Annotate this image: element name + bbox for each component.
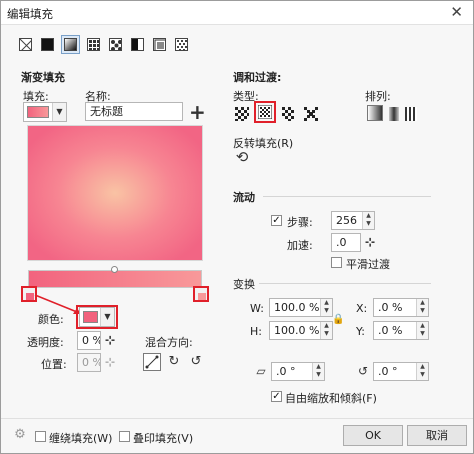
rectangular-gradient-type-icon[interactable]	[304, 107, 318, 121]
node-color-dropdown[interactable]: ▼	[79, 307, 115, 327]
conical-gradient-type-icon[interactable]	[282, 107, 296, 121]
skew-value: .0 °	[276, 365, 296, 378]
x-label: X:	[356, 302, 368, 315]
x-input[interactable]: .0 % ▲ ▼	[373, 298, 429, 317]
end-node-swatch	[198, 293, 206, 300]
linear-gradient-type-icon[interactable]	[235, 107, 249, 121]
wrap-fill-checkbox[interactable]	[35, 431, 46, 442]
transform-title: 变换	[233, 278, 255, 291]
skew-input[interactable]: .0 ° ▲ ▼	[271, 362, 325, 381]
reverse-fill-icon[interactable]: ⟲	[233, 149, 251, 165]
vector-pattern-button[interactable]	[87, 38, 100, 51]
clockwise-blend-icon[interactable]: ↻	[165, 354, 183, 370]
accel-label: 加速:	[287, 239, 313, 252]
title-bar: 编辑填充 ✕	[1, 1, 473, 25]
color-label: 颜色:	[38, 313, 64, 326]
overprint-fill-checkbox[interactable]	[119, 431, 130, 442]
fountain-fill-title: 渐变填充	[21, 71, 65, 84]
position-label: 位置:	[41, 358, 67, 371]
overprint-fill-label: 叠印填充(V)	[133, 432, 194, 445]
free-scale-label: 自由缩放和倾斜(F)	[285, 392, 377, 405]
steps-input[interactable]: 256 ▲ ▼	[331, 211, 375, 230]
accel-input[interactable]: .0	[331, 233, 361, 252]
add-fill-icon[interactable]: +	[189, 102, 206, 122]
height-spinner[interactable]: ▲ ▼	[320, 322, 332, 339]
rotate-icon: ↺	[357, 364, 369, 378]
end-color-node[interactable]	[193, 286, 209, 302]
fountain-fill-button[interactable]	[61, 35, 80, 54]
lock-ratio-icon[interactable]: 🔒	[332, 314, 344, 326]
two-color-pattern-button[interactable]	[131, 38, 144, 51]
line-blend-button[interactable]	[143, 353, 161, 371]
dialog-title: 编辑填充	[7, 7, 53, 21]
transparency-label: 透明度:	[27, 336, 64, 349]
flow-divider	[263, 196, 431, 197]
steps-checkbox[interactable]: ✓	[271, 215, 282, 226]
rotate-value: .0 °	[378, 365, 398, 378]
blend-title: 调和过渡:	[233, 71, 282, 84]
width-spinner[interactable]: ▲ ▼	[320, 299, 332, 316]
steps-label: 步骤:	[287, 216, 313, 229]
x-spinner[interactable]: ▲ ▼	[416, 299, 428, 316]
node-color-swatch	[83, 311, 98, 323]
no-fill-button[interactable]	[19, 38, 32, 51]
fill-swatch-dropdown[interactable]: ▼	[23, 102, 67, 122]
width-value: 100.0 %	[274, 301, 320, 314]
close-icon[interactable]: ✕	[450, 3, 463, 21]
edit-fill-dialog: 编辑填充 ✕ 渐变填充 填充: 名称: ▼ 无标题 + 颜色: ▼ 透明度: 0…	[0, 0, 474, 454]
elliptical-gradient-type-icon[interactable]	[258, 105, 272, 119]
footer-divider	[1, 418, 473, 419]
y-value: .0 %	[378, 324, 403, 337]
y-spinner[interactable]: ▲ ▼	[416, 322, 428, 339]
midpoint-handle[interactable]	[111, 266, 118, 273]
position-slider-icon[interactable]: ⊹	[103, 353, 117, 372]
cancel-button[interactable]: 取消	[407, 425, 467, 446]
x-value: .0 %	[378, 301, 403, 314]
h-label: H:	[250, 325, 262, 338]
fill-swatch	[27, 106, 49, 118]
gear-icon[interactable]: ⚙	[13, 427, 27, 443]
width-input[interactable]: 100.0 % ▲ ▼	[269, 298, 333, 317]
blend-direction-label: 混合方向:	[145, 336, 193, 349]
transform-divider	[259, 283, 431, 284]
rotate-spinner[interactable]: ▲ ▼	[416, 363, 428, 380]
smooth-transition-label: 平滑过渡	[346, 258, 390, 271]
transparency-input[interactable]: 0 %	[77, 331, 101, 350]
steps-value: 256	[336, 214, 357, 227]
uniform-fill-button[interactable]	[41, 38, 54, 51]
skew-spinner[interactable]: ▲ ▼	[312, 363, 324, 380]
mirror-arrange-icon[interactable]	[405, 107, 417, 121]
counterclockwise-blend-icon[interactable]: ↺	[187, 354, 205, 370]
chevron-down-icon: ▼	[52, 103, 66, 121]
transparency-slider-icon[interactable]: ⊹	[103, 331, 117, 350]
position-input[interactable]: 0 %	[77, 353, 101, 372]
y-label: Y:	[356, 325, 365, 338]
texture-fill-button[interactable]	[153, 38, 166, 51]
smooth-transition-checkbox[interactable]	[331, 257, 342, 268]
repeat-arrange-icon[interactable]	[389, 107, 399, 121]
postscript-fill-button[interactable]	[175, 38, 188, 51]
bitmap-pattern-button[interactable]	[109, 38, 122, 51]
height-input[interactable]: 100.0 % ▲ ▼	[269, 321, 333, 340]
height-value: 100.0 %	[274, 324, 320, 337]
skew-icon: ▱	[256, 364, 266, 378]
flow-title: 流动	[233, 191, 255, 204]
rotate-input[interactable]: .0 ° ▲ ▼	[373, 362, 429, 381]
ok-button[interactable]: OK	[343, 425, 403, 446]
chevron-down-icon: ▼	[100, 308, 114, 326]
wrap-fill-label: 缠绕填充(W)	[49, 432, 113, 445]
free-scale-checkbox[interactable]: ✓	[271, 391, 282, 402]
w-label: W:	[250, 302, 264, 315]
accel-slider-icon[interactable]: ⊹	[363, 233, 377, 252]
arrange-label: 排列:	[365, 90, 391, 103]
fountain-fill-icon	[64, 38, 77, 51]
fill-name-input[interactable]: 无标题	[85, 102, 183, 121]
default-arrange-icon[interactable]	[367, 105, 383, 121]
y-input[interactable]: .0 % ▲ ▼	[373, 321, 429, 340]
gradient-preview[interactable]	[27, 125, 203, 261]
steps-spinner[interactable]: ▲ ▼	[362, 212, 374, 229]
